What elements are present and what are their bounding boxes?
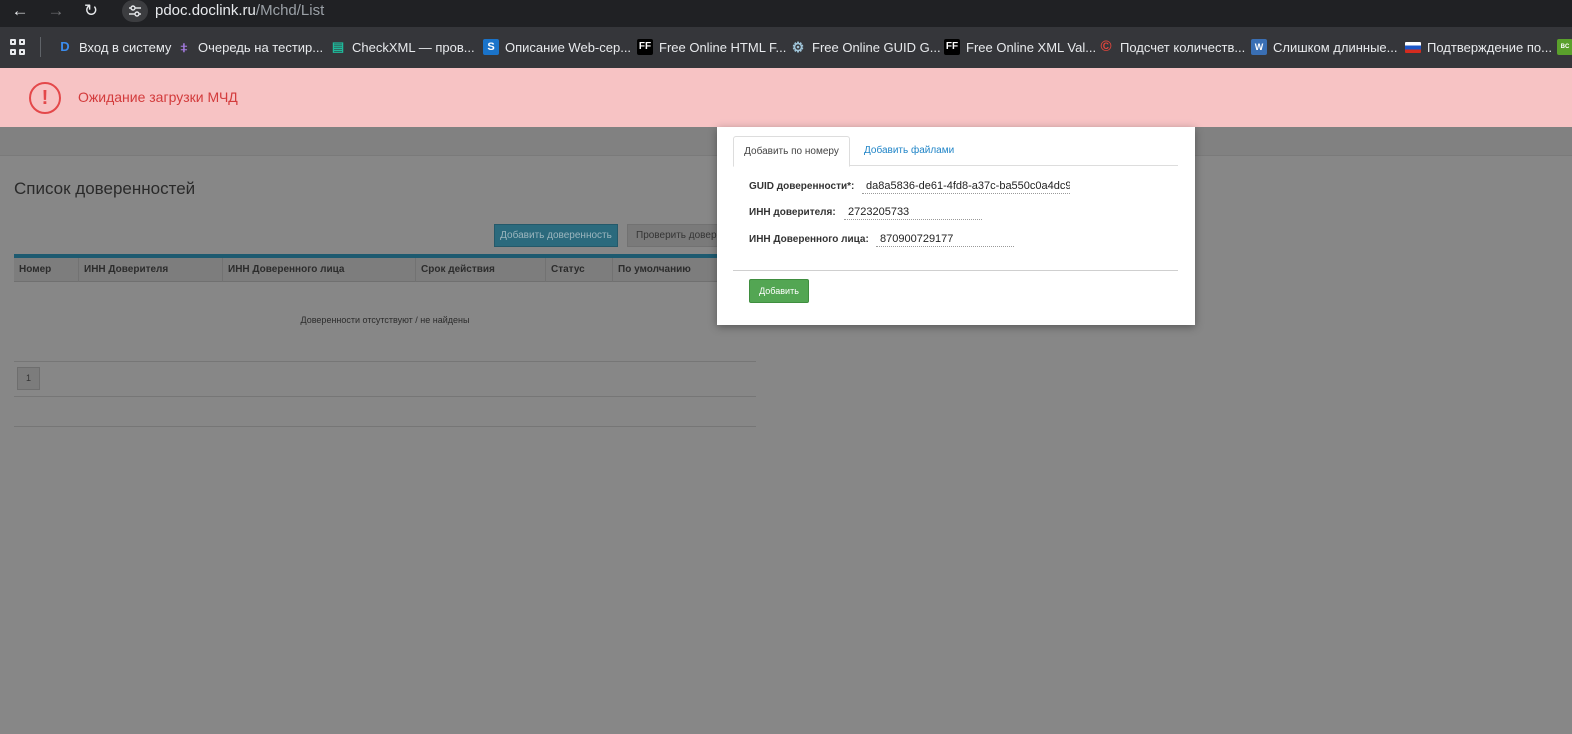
forward-arrow-icon[interactable]: →	[44, 0, 68, 22]
overflow-favicon-icon: BC	[1557, 39, 1572, 55]
reload-icon[interactable]: ↻	[79, 0, 103, 22]
copyright-icon: ©	[1100, 38, 1112, 55]
bookmark-label: Подтверждение по...	[1427, 39, 1552, 55]
error-message: Ожидание загрузки МЧД	[78, 89, 238, 105]
bookmark-item[interactable]: Подтверждение по...	[1405, 37, 1552, 57]
bookmark-label: Слишком длинные...	[1273, 39, 1398, 55]
column-header[interactable]: ИНН Доверителя	[79, 258, 223, 282]
checkxml-icon: ▤	[331, 39, 345, 54]
pagination-page-button[interactable]: 1	[17, 367, 40, 390]
visual-studio-icon: ⧧	[180, 39, 188, 55]
bookmark-item-overflow[interactable]: BC	[1557, 37, 1572, 57]
back-arrow-icon[interactable]: ←	[8, 0, 32, 22]
address-bar[interactable]: pdoc.doclink.ru/Mchd/List	[155, 2, 324, 19]
table-divider	[14, 426, 756, 427]
page-title: Список доверенностей	[14, 179, 196, 198]
bookmarks-bar: D Вход в систему ⧧ Очередь на тестир... …	[0, 27, 1572, 68]
bookmarks-divider	[40, 37, 41, 57]
bookmark-label: CheckXML — пров...	[352, 39, 475, 55]
bookmark-item[interactable]: W Слишком длинные...	[1251, 37, 1397, 57]
tab-add-files[interactable]: Добавить файлами	[864, 145, 954, 156]
bookmark-item[interactable]: ▤ CheckXML — пров...	[330, 37, 475, 57]
guid-input[interactable]	[862, 178, 1070, 194]
article-icon: W	[1251, 39, 1267, 55]
bookmark-label: Вход в систему	[79, 39, 172, 55]
table-header: Номер ИНН Доверителя ИНН Доверенного лиц…	[14, 258, 756, 282]
bookmark-item[interactable]: D Вход в систему	[57, 37, 171, 57]
bookmark-item[interactable]: ⧧ Очередь на тестир...	[176, 37, 323, 57]
bookmark-label: Free Online HTML F...	[659, 39, 787, 55]
inn-trustee-input[interactable]	[876, 231, 1014, 247]
submit-add-button[interactable]: Добавить	[749, 279, 809, 303]
url-host: pdoc.doclink.ru	[155, 2, 256, 19]
gears-icon: ⚙	[791, 39, 805, 55]
bookmark-item[interactable]: ⚙ Free Online GUID G...	[790, 37, 941, 57]
inn-trustee-label: ИНН Доверенного лица:	[749, 234, 869, 245]
inn-principal-input[interactable]	[844, 204, 982, 220]
bookmark-item[interactable]: © Подсчет количеств...	[1098, 37, 1245, 57]
add-proxy-modal: Добавить по номеру Добавить файлами GUID…	[717, 127, 1195, 325]
bookmark-item[interactable]: FF Free Online HTML F...	[637, 37, 786, 57]
table-divider	[14, 396, 756, 397]
russia-flag-icon	[1405, 41, 1421, 53]
bookmark-label: Описание Web-сер...	[505, 39, 632, 55]
bookmark-item[interactable]: FF Free Online XML Val...	[944, 37, 1096, 57]
guid-label: GUID доверенности*:	[749, 181, 855, 192]
column-header[interactable]: Номер	[14, 258, 79, 282]
sharepoint-icon: S	[483, 39, 499, 55]
site-settings-icon[interactable]	[122, 0, 148, 22]
bookmark-label: Подсчет количеств...	[1120, 39, 1246, 55]
apps-grid-icon[interactable]	[10, 39, 26, 55]
inn-principal-label: ИНН доверителя:	[749, 207, 836, 218]
url-path: /Mchd/List	[255, 2, 325, 19]
table-divider	[14, 361, 756, 362]
empty-table-message: Доверенности отсутствуют / не найдены	[300, 315, 470, 325]
tab-add-by-number[interactable]: Добавить по номеру	[733, 136, 850, 167]
browser-toolbar: ← → ↻ pdoc.doclink.ru/Mchd/List	[0, 0, 1572, 27]
bookmark-label: Free Online XML Val...	[966, 39, 1097, 55]
bookmark-label: Free Online GUID G...	[812, 39, 941, 55]
bookmark-item[interactable]: S Описание Web-сер...	[483, 37, 631, 57]
column-header[interactable]: ИНН Доверенного лица	[223, 258, 416, 282]
column-header[interactable]: Срок действия	[416, 258, 546, 282]
exclamation-circle-icon: !	[29, 82, 61, 114]
check-proxy-button[interactable]: Проверить довере	[627, 224, 727, 247]
freeformatter-icon: FF	[637, 39, 653, 55]
freeformatter-icon: FF	[944, 39, 960, 55]
doclink-favicon-icon: D	[57, 39, 73, 55]
error-banner: ! Ожидание загрузки МЧД	[0, 68, 1572, 127]
add-proxy-button[interactable]: Добавить доверенность	[494, 224, 618, 247]
modal-divider	[733, 270, 1178, 271]
column-header[interactable]: Статус	[546, 258, 613, 282]
bookmark-label: Очередь на тестир...	[198, 39, 324, 55]
